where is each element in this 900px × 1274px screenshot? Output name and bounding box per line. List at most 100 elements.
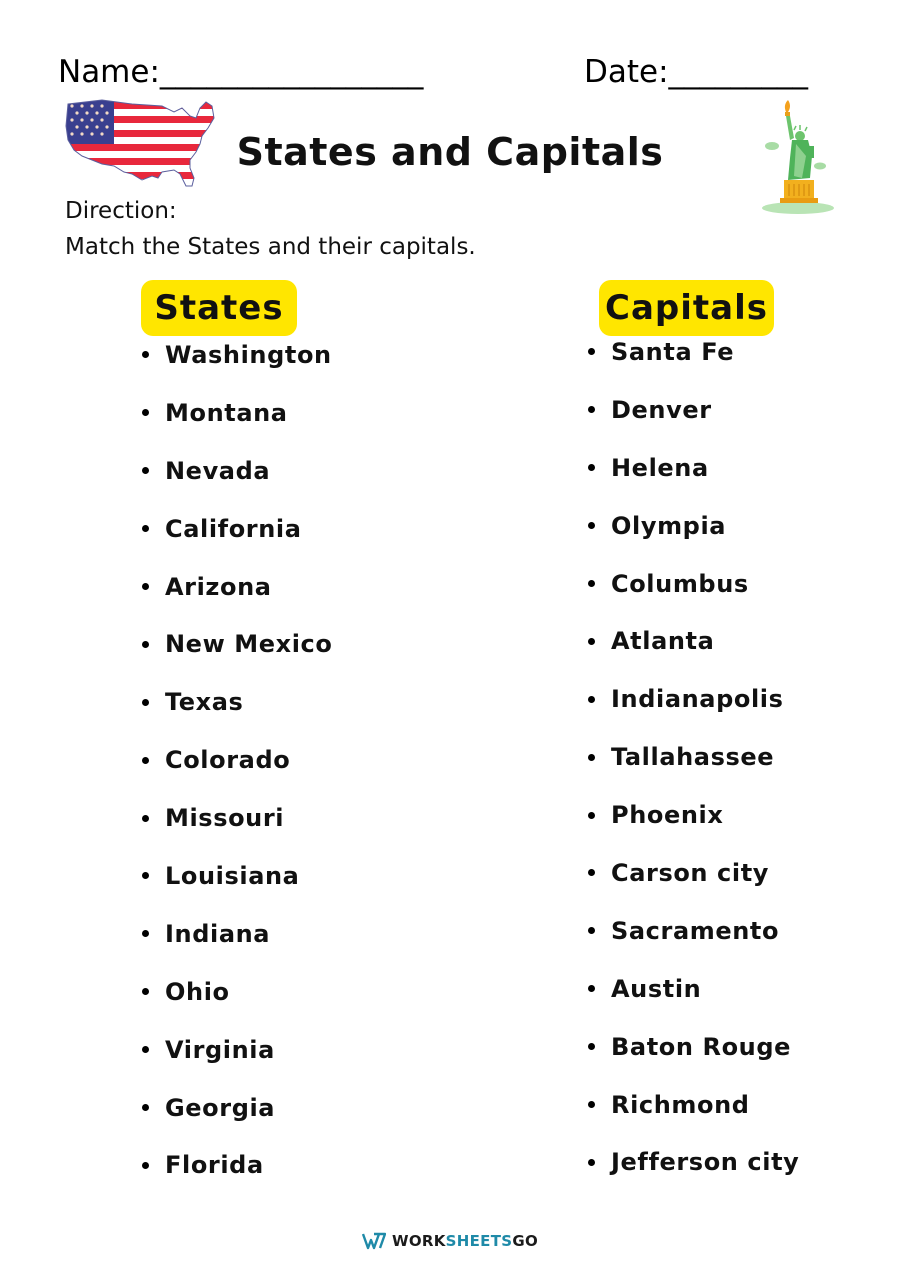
capital-name: Carson city (611, 858, 770, 887)
bullet-icon (142, 467, 149, 475)
capitals-list: Santa Fe Denver Helena Olympia Columbus … (588, 323, 799, 1191)
capital-name: Tallahassee (611, 743, 775, 772)
state-name: New Mexico (165, 630, 333, 659)
bullet-icon (142, 988, 149, 996)
bullet-icon (142, 814, 149, 822)
bullet-icon (142, 525, 149, 533)
bullet-icon (588, 348, 595, 356)
state-item[interactable]: Indiana (142, 905, 332, 963)
state-item[interactable]: Ohio (142, 963, 332, 1021)
capital-name: Austin (611, 974, 702, 1003)
state-name: Arizona (165, 572, 272, 601)
bullet-icon (142, 409, 149, 417)
bullet-icon (588, 927, 595, 935)
capital-item[interactable]: Tallahassee (588, 728, 799, 786)
state-item[interactable]: Florida (142, 1136, 332, 1194)
capital-name: Santa Fe (611, 337, 735, 366)
bullet-icon (142, 756, 149, 764)
bullet-icon (588, 522, 595, 530)
bullet-icon (588, 695, 595, 703)
state-item[interactable]: Arizona (142, 558, 332, 616)
state-name: Ohio (165, 977, 230, 1006)
capital-name: Helena (611, 453, 709, 482)
state-item[interactable]: Colorado (142, 731, 332, 789)
bullet-icon (588, 1101, 595, 1109)
state-item[interactable]: Montana (142, 384, 332, 442)
state-item[interactable]: Virginia (142, 1021, 332, 1079)
capital-item[interactable]: Olympia (588, 497, 799, 555)
capital-name: Atlanta (611, 627, 715, 656)
capital-name: Sacramento (611, 916, 780, 945)
state-name: Colorado (165, 746, 291, 775)
bullet-icon (588, 1158, 595, 1166)
state-name: Missouri (165, 804, 285, 833)
capital-item[interactable]: Austin (588, 960, 799, 1018)
footer-brand: WORKSHEETSGO (0, 1232, 900, 1250)
bullet-icon (142, 640, 149, 648)
state-name: Louisiana (165, 861, 300, 890)
capital-item[interactable]: Denver (588, 381, 799, 439)
state-name: Florida (165, 1151, 264, 1180)
bullet-icon (588, 580, 595, 587)
capital-item[interactable]: Sacramento (588, 902, 799, 960)
worksheet-title: States and Capitals (236, 130, 664, 174)
state-name: Nevada (165, 456, 271, 485)
state-item[interactable]: New Mexico (142, 615, 332, 673)
capital-item[interactable]: Columbus (588, 555, 799, 613)
state-item[interactable]: California (142, 500, 332, 558)
state-item[interactable]: Missouri (142, 789, 332, 847)
direction-text: Match the States and their capitals. (65, 234, 476, 260)
capital-name: Richmond (611, 1090, 750, 1119)
capital-name: Phoenix (611, 801, 724, 830)
name-field[interactable]: Name:_________________ (58, 54, 423, 90)
capital-item[interactable]: Richmond (588, 1076, 799, 1134)
date-field[interactable]: Date:_________ (584, 54, 808, 90)
capital-name: Olympia (611, 511, 727, 540)
bullet-icon (142, 351, 149, 359)
bullet-icon (588, 464, 595, 472)
bullet-icon (142, 1046, 149, 1054)
bullet-icon (588, 406, 595, 414)
state-name: Georgia (165, 1093, 276, 1122)
state-item[interactable]: Nevada (142, 442, 332, 500)
bullet-icon (142, 872, 149, 880)
capital-item[interactable]: Helena (588, 439, 799, 497)
capital-item[interactable]: Atlanta (588, 612, 799, 670)
state-name: Montana (165, 398, 288, 427)
capital-item[interactable]: Baton Rouge (588, 1018, 799, 1076)
capital-item[interactable]: Indianapolis (588, 670, 799, 728)
state-item[interactable]: Texas (142, 673, 332, 731)
brand-go: GO (512, 1232, 539, 1250)
bullet-icon (588, 985, 595, 993)
state-name: Washington (165, 340, 332, 369)
capital-name: Columbus (611, 569, 749, 598)
bullet-icon (588, 637, 595, 645)
bullet-icon (588, 753, 595, 761)
state-item[interactable]: Washington (142, 326, 332, 384)
bullet-icon (588, 811, 595, 819)
capital-name: Jefferson city (611, 1148, 800, 1177)
capital-item[interactable]: Jefferson city (588, 1133, 799, 1191)
state-item[interactable]: Louisiana (142, 847, 332, 905)
state-item[interactable]: Georgia (142, 1079, 332, 1137)
worksheetsgo-logo-icon (361, 1232, 386, 1250)
brand-work: WORK (391, 1232, 446, 1250)
bullet-icon (142, 583, 149, 590)
bullet-icon (142, 698, 149, 706)
bullet-icon (142, 1161, 149, 1169)
states-list: Washington Montana Nevada California Ari… (142, 326, 332, 1194)
direction-label: Direction: (65, 198, 177, 224)
capital-name: Indianapolis (611, 685, 784, 714)
capital-item[interactable]: Carson city (588, 844, 799, 902)
capital-name: Denver (611, 395, 712, 424)
state-name: Virginia (165, 1035, 275, 1064)
bullet-icon (142, 930, 149, 938)
bullet-icon (142, 1104, 149, 1112)
state-name: California (165, 514, 302, 543)
capital-item[interactable]: Phoenix (588, 786, 799, 844)
capital-item[interactable]: Santa Fe (588, 323, 799, 381)
capital-name: Baton Rouge (611, 1032, 792, 1061)
bullet-icon (588, 869, 595, 877)
bullet-icon (588, 1043, 595, 1051)
state-name: Indiana (165, 919, 271, 948)
